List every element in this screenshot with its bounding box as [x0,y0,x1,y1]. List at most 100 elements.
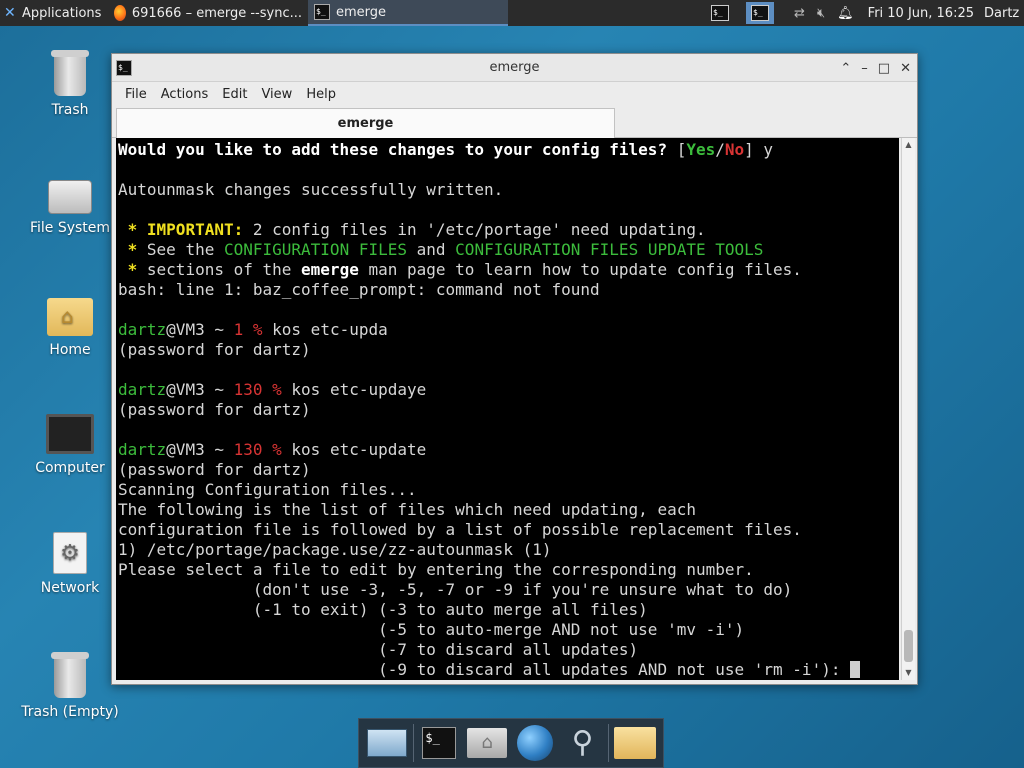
menu-help[interactable]: Help [299,87,343,102]
terminal-text: emerge [301,260,359,279]
maximize-window-icon[interactable]: □ [878,61,890,76]
window-titlebar[interactable]: $_ emerge ⌃ – □ ✕ [112,54,917,82]
taskbar-item-firefox[interactable]: 691666 – emerge --sync... [108,0,308,26]
terminal-scrollbar[interactable]: ▲ ▼ [901,138,915,680]
taskbar-item-label: emerge [336,4,387,20]
notification-bell-icon[interactable]: 🔔︎ [837,7,854,20]
terminal-text: @VM3 ~ [166,380,234,399]
terminal-text: [ [676,140,687,159]
dock-home-folder[interactable]: ⌂ [465,722,509,764]
terminal-text: @VM3 ~ [166,320,234,339]
terminal-line: The following is the list of files which… [118,500,899,520]
drive-icon [48,180,92,214]
top-panel: ✕ Applications 691666 – emerge --sync...… [0,0,1024,26]
menu-actions[interactable]: Actions [154,87,216,102]
clock[interactable]: Fri 10 Jun, 16:25 [868,6,974,21]
terminal-output[interactable]: Would you like to add these changes to y… [116,138,899,680]
menu-view[interactable]: View [254,87,299,102]
dock-search[interactable]: ⚲ [561,722,605,764]
applications-label: Applications [22,5,102,21]
menu-file[interactable]: File [118,87,154,102]
terminal-text: Scanning Configuration files... [118,480,417,499]
terminal-text: man page to learn how to update config f… [358,260,802,279]
volume-muted-icon[interactable]: 🔇︎ [817,7,825,20]
workspace-2-button[interactable]: $_ [746,2,775,24]
terminal-text: 1) /etc/portage/package.use/zz-autounmas… [118,540,552,559]
terminal-icon: $_ [711,5,730,21]
terminal-text: 130 % [233,440,282,459]
terminal-text: Please select a file to edit by entering… [118,560,754,579]
home-folder-icon [47,298,93,336]
terminal-text: CONFIGURATION FILES UPDATE TOOLS [455,240,764,259]
terminal-text: kos etc-updaye [281,380,427,399]
taskbar-item-label: 691666 – emerge --sync... [131,5,302,21]
user-menu[interactable]: Dartz [984,6,1024,21]
terminal-text: * [118,220,147,239]
desktop-icon [366,729,407,757]
workspace-1-button[interactable]: $_ [706,2,734,24]
firefox-icon [114,5,126,21]
network-icon: ⚙ [53,532,87,574]
terminal-icon: $_ [116,59,132,76]
menu-edit[interactable]: Edit [215,87,254,102]
terminal-text: @VM3 ~ [166,440,234,459]
terminal-text: kos etc-update [281,440,427,459]
tab-emerge[interactable]: emerge [116,108,615,138]
terminal-text: (password for dartz) [118,460,311,479]
terminal-text: (-9 to discard all updates AND not use '… [118,660,851,679]
terminal-line: dartz@VM3 ~ 130 % kos etc-updaye [118,380,899,400]
scrollbar-thumb[interactable] [904,630,913,662]
menu-bar: File Actions Edit View Help [112,82,917,106]
terminal-text: (-1 to exit) (-3 to auto merge all files… [118,600,648,619]
terminal-line: dartz@VM3 ~ 1 % kos etc-upda [118,320,899,340]
dock-folder[interactable] [613,722,657,764]
minimize-window-icon[interactable]: – [861,61,868,76]
dock-terminal[interactable]: $_ [417,722,461,764]
terminal-text: See the [146,240,224,259]
terminal-text: Yes [686,140,716,159]
terminal-text: The following is the list of files which… [118,500,696,519]
dock-separator [608,724,610,762]
terminal-window[interactable]: $_ emerge ⌃ – □ ✕ File Actions Edit View… [111,53,918,685]
terminal-text: / [715,140,725,159]
terminal-line: (password for dartz) [118,460,899,480]
terminal-line: Please select a file to edit by entering… [118,560,899,580]
terminal-text: IMPORTANT: [146,220,244,239]
trash-icon [51,50,89,96]
terminal-text: (password for dartz) [118,400,311,419]
close-window-icon[interactable]: ✕ [900,61,911,76]
terminal-line: configuration file is followed by a list… [118,520,899,540]
dock-show-desktop[interactable] [365,722,409,764]
scroll-down-icon[interactable]: ▼ [902,666,915,680]
terminal-text: ] y [744,140,774,159]
terminal-icon: $_ [751,5,770,21]
tab-bar: emerge [112,106,917,138]
terminal-text: 1 % [233,320,263,339]
terminal-text: bash: line 1: baz_coffee_prompt: command… [118,280,600,299]
terminal-line: dartz@VM3 ~ 130 % kos etc-update [118,440,899,460]
terminal-text: sections of the [146,260,302,279]
taskbar-item-emerge[interactable]: $_ emerge [308,0,508,26]
terminal-line: * IMPORTANT: 2 config files in '/etc/por… [118,220,899,240]
network-disconnected-icon[interactable]: ⇄ [794,7,805,20]
system-tray: ⇄ 🔇︎ 🔔︎ [794,7,854,20]
terminal-line: (password for dartz) [118,340,899,360]
terminal-line: Autounmask changes successfully written. [118,180,899,200]
terminal-line: 1) /etc/portage/package.use/zz-autounmas… [118,540,899,560]
terminal-line: Would you like to add these changes to y… [118,140,899,160]
terminal-icon: $_ [314,4,330,20]
dock-web-browser[interactable] [513,722,557,764]
terminal-line: * sections of the emerge man page to lea… [118,260,899,280]
terminal-text: Autounmask changes successfully written. [118,180,504,199]
terminal-text: * [118,260,147,279]
shade-window-icon[interactable]: ⌃ [840,61,851,76]
terminal-line: (don't use -3, -5, -7 or -9 if you're un… [118,580,899,600]
window-title: emerge [489,60,540,75]
scroll-up-icon[interactable]: ▲ [902,138,915,152]
trash-icon [51,652,89,698]
desktop-icon-label: Trash (Empty) [21,704,119,720]
applications-menu-button[interactable]: ✕ Applications [0,0,108,26]
